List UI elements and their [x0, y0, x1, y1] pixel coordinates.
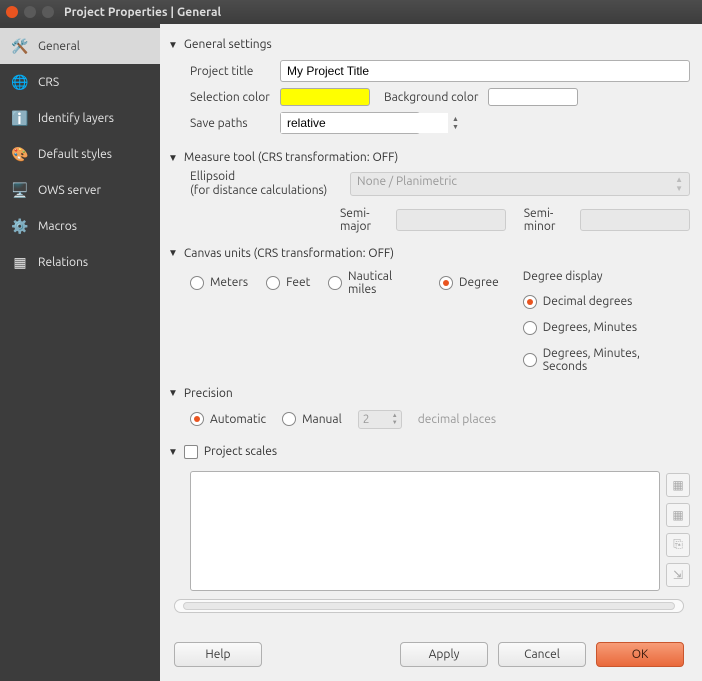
- cancel-button[interactable]: Cancel: [498, 642, 586, 667]
- export-icon: ⇲: [673, 568, 683, 582]
- palette-icon: 🎨: [10, 144, 30, 164]
- table-icon: ▦: [10, 252, 30, 272]
- project-title-label: Project title: [190, 65, 280, 78]
- degree-display-label: Degree display: [523, 270, 686, 283]
- decimal-places-spinner: 2 ▲▼: [358, 410, 402, 429]
- sidebar-item-relations[interactable]: ▦ Relations: [0, 244, 160, 280]
- gear-icon: ⚙️: [10, 216, 30, 236]
- apply-button[interactable]: Apply: [400, 642, 488, 667]
- project-scales-checkbox[interactable]: [184, 445, 198, 459]
- save-paths-combo[interactable]: ▲▼: [280, 112, 420, 134]
- section-title: Canvas units (CRS transformation: OFF): [184, 247, 394, 260]
- semi-major-input: [396, 209, 506, 231]
- section-title: Precision: [184, 387, 233, 400]
- radio-precision-manual[interactable]: Manual: [282, 412, 342, 426]
- sidebar-item-label: Default styles: [38, 148, 112, 161]
- ellipsoid-label: Ellipsoid (for distance calculations): [190, 170, 340, 199]
- server-icon: 🖥️: [10, 180, 30, 200]
- sidebar-item-macros[interactable]: ⚙️ Macros: [0, 208, 160, 244]
- radio-degree[interactable]: Degree: [439, 276, 499, 290]
- disclosure-triangle-icon: ▼: [168, 446, 178, 458]
- ellipsoid-combo: None / Planimetric ▲▼: [350, 172, 690, 196]
- selection-color-swatch[interactable]: [280, 88, 370, 106]
- sidebar: 🛠️ General 🌐 CRS ℹ️ Identify layers 🎨 De…: [0, 24, 160, 681]
- radio-meters[interactable]: Meters: [190, 276, 248, 290]
- sidebar-item-identify-layers[interactable]: ℹ️ Identify layers: [0, 100, 160, 136]
- radio-decimal-degrees[interactable]: Decimal degrees: [523, 295, 686, 309]
- radio-feet[interactable]: Feet: [266, 276, 310, 290]
- info-icon: ℹ️: [10, 108, 30, 128]
- disclosure-triangle-icon: ▼: [168, 247, 178, 259]
- section-general-settings[interactable]: ▼ General settings: [168, 38, 690, 51]
- section-measure-tool[interactable]: ▼ Measure tool (CRS transformation: OFF): [168, 151, 690, 164]
- section-title: General settings: [184, 38, 272, 51]
- semi-major-label: Semi-major: [340, 207, 388, 233]
- disclosure-triangle-icon: ▼: [168, 387, 178, 399]
- sidebar-item-label: CRS: [38, 76, 59, 89]
- semi-minor-label: Semi-minor: [524, 207, 572, 233]
- sidebar-item-label: OWS server: [38, 184, 101, 197]
- button-bar: Help Apply Cancel OK: [168, 634, 690, 677]
- chevron-updown-icon: ▲▼: [448, 115, 463, 131]
- sidebar-item-label: General: [38, 40, 80, 53]
- sidebar-item-general[interactable]: 🛠️ General: [0, 28, 160, 64]
- disclosure-triangle-icon: ▼: [168, 39, 178, 51]
- sidebar-item-default-styles[interactable]: 🎨 Default styles: [0, 136, 160, 172]
- background-color-label: Background color: [384, 91, 478, 104]
- wrench-icon: 🛠️: [10, 36, 30, 56]
- plus-icon: ▦: [672, 478, 683, 492]
- chevron-updown-icon: ▲▼: [389, 412, 401, 426]
- background-color-swatch[interactable]: [488, 88, 578, 106]
- import-scales-button[interactable]: ⎘: [666, 533, 690, 557]
- chevron-updown-icon: ▲▼: [675, 175, 683, 193]
- radio-degrees-minutes[interactable]: Degrees, Minutes: [523, 321, 686, 335]
- ok-button[interactable]: OK: [596, 642, 684, 667]
- minus-icon: ▦: [672, 508, 683, 522]
- window-minimize-button[interactable]: [24, 6, 36, 18]
- sidebar-item-label: Macros: [38, 220, 77, 233]
- section-title: Measure tool (CRS transformation: OFF): [184, 151, 398, 164]
- export-scales-button[interactable]: ⇲: [666, 563, 690, 587]
- import-icon: ⎘: [673, 538, 683, 552]
- sidebar-item-label: Relations: [38, 256, 88, 269]
- selection-color-label: Selection color: [190, 91, 280, 104]
- decimal-places-label: decimal places: [418, 413, 496, 426]
- globe-icon: 🌐: [10, 72, 30, 92]
- disclosure-triangle-icon: ▼: [168, 152, 178, 164]
- sidebar-item-label: Identify layers: [38, 112, 114, 125]
- save-paths-label: Save paths: [190, 117, 280, 130]
- help-button[interactable]: Help: [174, 642, 262, 667]
- section-canvas-units[interactable]: ▼ Canvas units (CRS transformation: OFF): [168, 247, 690, 260]
- titlebar: Project Properties | General: [0, 0, 702, 24]
- project-scales-list[interactable]: [190, 471, 660, 591]
- window-close-button[interactable]: [6, 6, 18, 18]
- sidebar-item-ows-server[interactable]: 🖥️ OWS server: [0, 172, 160, 208]
- section-project-scales[interactable]: ▼ Project scales: [168, 445, 690, 459]
- sidebar-item-crs[interactable]: 🌐 CRS: [0, 64, 160, 100]
- add-scale-button[interactable]: ▦: [666, 473, 690, 497]
- horizontal-scrollbar[interactable]: [174, 599, 684, 613]
- window-maximize-button[interactable]: [42, 6, 54, 18]
- semi-minor-input: [580, 209, 690, 231]
- project-title-input[interactable]: [280, 60, 690, 82]
- radio-precision-automatic[interactable]: Automatic: [190, 412, 266, 426]
- window-title: Project Properties | General: [64, 6, 221, 19]
- scrollbar-thumb[interactable]: [183, 602, 675, 610]
- radio-degrees-minutes-seconds[interactable]: Degrees, Minutes, Seconds: [523, 347, 686, 373]
- section-precision[interactable]: ▼ Precision: [168, 387, 690, 400]
- remove-scale-button[interactable]: ▦: [666, 503, 690, 527]
- radio-nautical-miles[interactable]: Nautical miles: [328, 270, 421, 296]
- section-title: Project scales: [204, 445, 277, 458]
- main-panel: ▼ General settings Project title Selecti…: [160, 24, 702, 681]
